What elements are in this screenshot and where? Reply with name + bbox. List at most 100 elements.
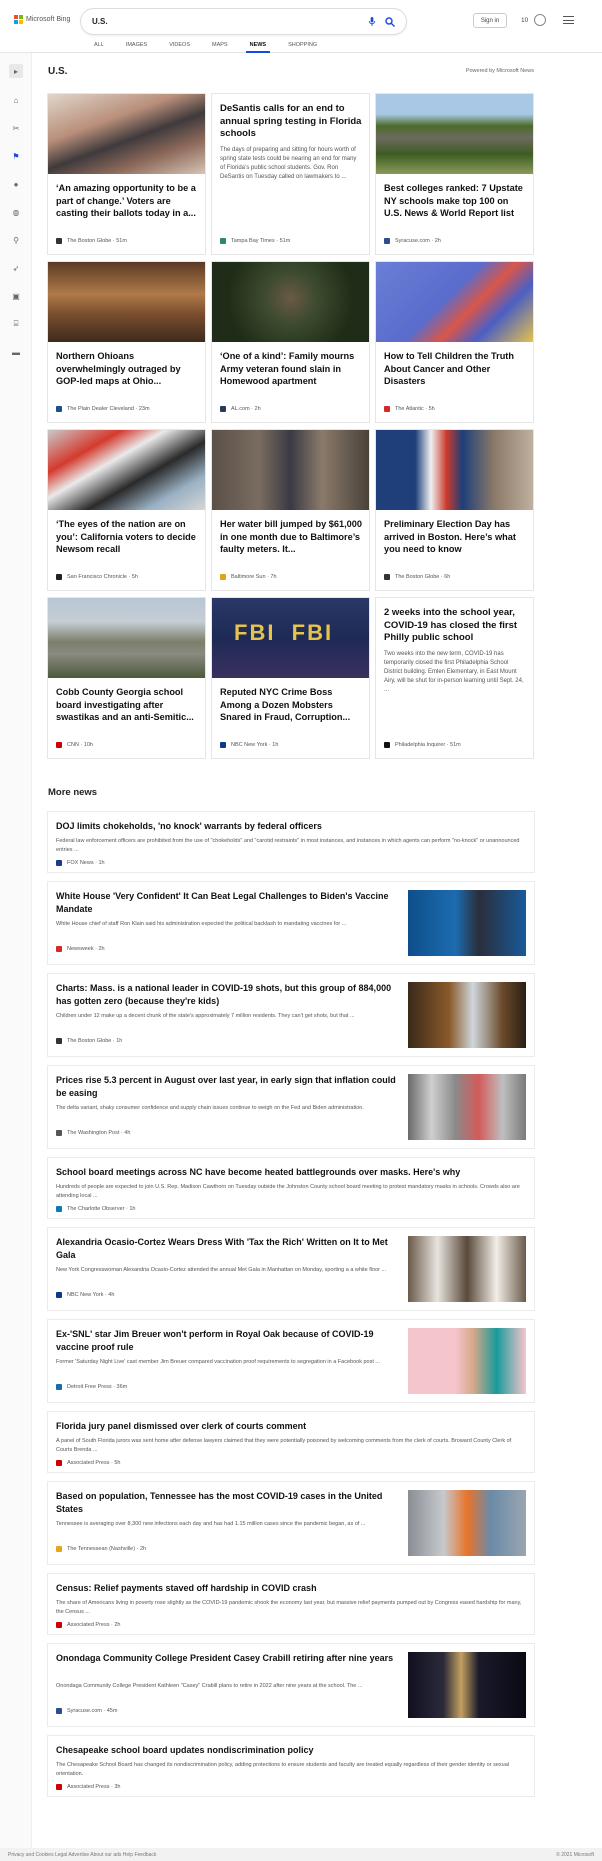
bing-logo[interactable]: Microsoft Bing bbox=[14, 15, 70, 24]
microscope-icon[interactable]: ⚲ bbox=[11, 235, 21, 245]
news-list-item[interactable]: Alexandria Ocasio-Cortez Wears Dress Wit… bbox=[48, 1228, 534, 1310]
location-pin-icon[interactable]: ● bbox=[11, 179, 21, 189]
sign-in-button[interactable]: Sign in bbox=[473, 13, 507, 28]
card-title[interactable]: Preliminary Election Day has arrived in … bbox=[376, 510, 533, 556]
arrow-right-icon[interactable]: ▸ bbox=[9, 64, 23, 78]
card-title[interactable]: ‘The eyes of the nation are on you’: Cal… bbox=[48, 510, 205, 556]
home-icon[interactable]: ⌂ bbox=[11, 95, 21, 105]
source-logo-icon bbox=[56, 1460, 62, 1466]
tab-all[interactable]: ALL bbox=[83, 42, 115, 53]
card-image bbox=[48, 94, 205, 174]
source-logo-icon bbox=[56, 1130, 62, 1136]
news-list-item[interactable]: Prices rise 5.3 percent in August over l… bbox=[48, 1066, 534, 1148]
logo-text: Microsoft Bing bbox=[26, 16, 71, 23]
news-card[interactable]: ‘The eyes of the nation are on you’: Cal… bbox=[48, 430, 205, 590]
footer-links[interactable]: Privacy and Cookies Legal Advertise Abou… bbox=[8, 1852, 156, 1858]
news-list-item[interactable]: Onondaga Community College President Cas… bbox=[48, 1644, 534, 1726]
card-description: The days of preparing and sitting for ho… bbox=[220, 146, 357, 180]
news-card[interactable]: FBI FBI Reputed NYC Crime Boss Among a D… bbox=[212, 598, 369, 758]
source-logo-icon bbox=[56, 946, 62, 952]
source-logo-icon bbox=[56, 1206, 62, 1212]
news-main: U.S. Powered by Microsoft News ‘An amazi… bbox=[48, 64, 534, 1796]
item-title[interactable]: DOJ limits chokeholds, 'no knock' warran… bbox=[56, 820, 526, 833]
news-list-item[interactable]: Charts: Mass. is a national leader in CO… bbox=[48, 974, 534, 1056]
news-card[interactable]: Cobb County Georgia school board investi… bbox=[48, 598, 205, 758]
search-input[interactable]: U.S. bbox=[92, 17, 368, 26]
item-title[interactable]: Charts: Mass. is a national leader in CO… bbox=[56, 982, 396, 1008]
globe-icon[interactable]: ◍ bbox=[11, 207, 21, 217]
tab-maps[interactable]: MAPS bbox=[201, 42, 239, 53]
search-icon[interactable] bbox=[385, 16, 395, 27]
item-source: NBC New York · 4h bbox=[67, 1292, 115, 1298]
item-description: White House chief of staff Ron Klain sai… bbox=[56, 921, 347, 927]
card-source: The Plain Dealer Cleveland · 23m bbox=[67, 406, 150, 412]
item-title[interactable]: Ex-'SNL' star Jim Breuer won't perform i… bbox=[56, 1328, 396, 1354]
source-logo-icon bbox=[56, 1038, 62, 1044]
item-title[interactable]: Alexandria Ocasio-Cortez Wears Dress Wit… bbox=[56, 1236, 396, 1262]
news-card[interactable]: Her water bill jumped by $61,000 in one … bbox=[212, 430, 369, 590]
item-source: The Tennessean (Nashville) · 2h bbox=[67, 1546, 147, 1552]
news-card[interactable]: Preliminary Election Day has arrived in … bbox=[376, 430, 533, 590]
source-logo-icon bbox=[56, 860, 62, 866]
news-card[interactable]: Northern Ohioans overwhelmingly outraged… bbox=[48, 262, 205, 422]
flag-icon[interactable]: ⚑ bbox=[11, 151, 21, 161]
card-title[interactable]: Northern Ohioans overwhelmingly outraged… bbox=[48, 342, 205, 388]
card-title[interactable]: Cobb County Georgia school board investi… bbox=[48, 678, 205, 724]
menu-icon[interactable] bbox=[563, 16, 574, 24]
news-list-item[interactable]: Census: Relief payments staved off hards… bbox=[48, 1574, 534, 1634]
news-card[interactable]: ‘An amazing opportunity to be a part of … bbox=[48, 94, 205, 254]
item-title[interactable]: White House 'Very Confident' It Can Beat… bbox=[56, 890, 396, 916]
item-source: Associated Press · 2h bbox=[67, 1622, 121, 1628]
card-title[interactable]: Reputed NYC Crime Boss Among a Dozen Mob… bbox=[212, 678, 369, 724]
news-list-item[interactable]: Chesapeake school board updates nondiscr… bbox=[48, 1736, 534, 1796]
card-title[interactable]: Her water bill jumped by $61,000 in one … bbox=[212, 510, 369, 556]
news-list-item[interactable]: Based on population, Tennessee has the m… bbox=[48, 1482, 534, 1564]
tab-images[interactable]: IMAGES bbox=[115, 42, 158, 53]
item-description: Hundreds of people are expected to join … bbox=[56, 1184, 520, 1199]
source-logo-icon bbox=[384, 742, 390, 748]
film-icon[interactable]: ▣ bbox=[11, 291, 21, 301]
tab-videos[interactable]: VIDEOS bbox=[158, 42, 201, 53]
trophy-icon bbox=[534, 14, 547, 26]
card-title[interactable]: DeSantis calls for an end to annual spri… bbox=[212, 94, 369, 141]
search-box[interactable]: U.S. bbox=[81, 9, 406, 34]
bank-icon[interactable]: ⌸ bbox=[11, 319, 21, 329]
tab-news[interactable]: NEWS bbox=[239, 42, 278, 53]
card-title[interactable]: 2 weeks into the school year, COVID-19 h… bbox=[376, 598, 533, 645]
item-title[interactable]: Florida jury panel dismissed over clerk … bbox=[56, 1420, 526, 1433]
item-title[interactable]: Chesapeake school board updates nondiscr… bbox=[56, 1744, 526, 1757]
card-image bbox=[212, 262, 369, 342]
tab-shopping[interactable]: SHOPPING bbox=[277, 42, 328, 53]
news-card[interactable]: DeSantis calls for an end to annual spri… bbox=[212, 94, 369, 254]
news-card[interactable]: How to Tell Children the Truth About Can… bbox=[376, 262, 533, 422]
news-card[interactable]: Best colleges ranked: 7 Upstate NY schoo… bbox=[376, 94, 533, 254]
money-icon[interactable]: ▬ bbox=[11, 347, 21, 357]
item-source: The Washington Post · 4h bbox=[67, 1130, 131, 1136]
news-list-item[interactable]: School board meetings across NC have bec… bbox=[48, 1158, 534, 1218]
item-source: Associated Press · 5h bbox=[67, 1460, 121, 1466]
source-logo-icon bbox=[220, 406, 226, 412]
card-title[interactable]: How to Tell Children the Truth About Can… bbox=[376, 342, 533, 388]
item-title[interactable]: Prices rise 5.3 percent in August over l… bbox=[56, 1074, 396, 1100]
news-list-item[interactable]: Ex-'SNL' star Jim Breuer won't perform i… bbox=[48, 1320, 534, 1402]
tools-icon[interactable]: ✂ bbox=[11, 123, 21, 133]
news-card[interactable]: ‘One of a kind’: Family mourns Army vete… bbox=[212, 262, 369, 422]
rewards-button[interactable]: 10 bbox=[521, 14, 547, 26]
item-source: The Boston Globe · 1h bbox=[67, 1038, 123, 1044]
page-footer: Privacy and Cookies Legal Advertise Abou… bbox=[0, 1848, 602, 1861]
item-title[interactable]: School board meetings across NC have bec… bbox=[56, 1166, 526, 1179]
news-list-item[interactable]: Florida jury panel dismissed over clerk … bbox=[48, 1412, 534, 1472]
news-list-item[interactable]: DOJ limits chokeholds, 'no knock' warran… bbox=[48, 812, 534, 872]
card-title[interactable]: Best colleges ranked: 7 Upstate NY schoo… bbox=[376, 174, 533, 220]
card-title[interactable]: ‘One of a kind’: Family mourns Army vete… bbox=[212, 342, 369, 388]
item-title[interactable]: Onondaga Community College President Cas… bbox=[56, 1652, 396, 1665]
footer-copyright: © 2021 Microsoft bbox=[556, 1852, 594, 1858]
item-title[interactable]: Based on population, Tennessee has the m… bbox=[56, 1490, 396, 1516]
microphone-icon[interactable] bbox=[368, 17, 376, 26]
rocket-icon[interactable]: ➶ bbox=[11, 263, 21, 273]
news-list-item[interactable]: White House 'Very Confident' It Can Beat… bbox=[48, 882, 534, 964]
card-title[interactable]: ‘An amazing opportunity to be a part of … bbox=[48, 174, 205, 220]
item-title[interactable]: Census: Relief payments staved off hards… bbox=[56, 1582, 526, 1595]
card-image bbox=[376, 262, 533, 342]
news-card[interactable]: 2 weeks into the school year, COVID-19 h… bbox=[376, 598, 533, 758]
